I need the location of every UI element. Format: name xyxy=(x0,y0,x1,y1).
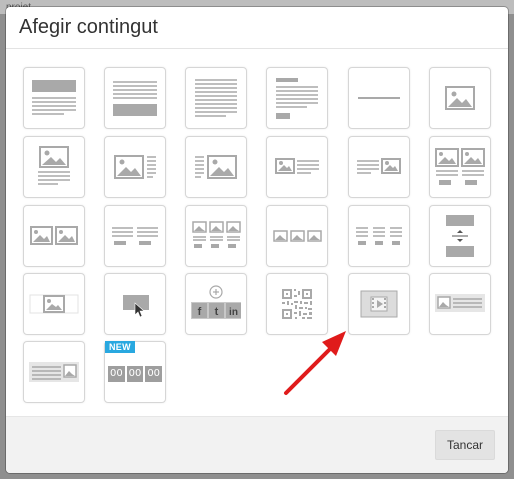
block-image-text[interactable] xyxy=(23,136,85,198)
add-content-dialog: Afegir contingut f t in NEW 00 00 00 Tan… xyxy=(6,7,508,473)
close-button[interactable]: Tancar xyxy=(435,430,495,460)
block-spacer[interactable] xyxy=(429,205,491,267)
dialog-title: Afegir contingut xyxy=(19,16,158,38)
two-images-icon xyxy=(30,226,78,245)
image-icon xyxy=(445,86,475,110)
block-click-image[interactable] xyxy=(104,273,166,335)
block-full-text[interactable] xyxy=(185,67,247,129)
text-image-inline-icon xyxy=(29,362,79,382)
three-text-columns-icon xyxy=(356,227,402,245)
content-blocks-grid: f t in NEW 00 00 00 xyxy=(6,49,508,416)
block-image-small-text[interactable] xyxy=(266,136,328,198)
block-text-image-small[interactable] xyxy=(348,136,410,198)
block-qr-code[interactable] xyxy=(266,273,328,335)
image-banner-icon xyxy=(29,294,79,314)
block-three-images[interactable] xyxy=(266,205,328,267)
full-text-icon xyxy=(195,79,237,117)
three-image-columns-icon xyxy=(192,221,241,248)
image-small-text-icon xyxy=(275,158,319,174)
block-three-text-columns[interactable] xyxy=(348,205,410,267)
spacer-icon xyxy=(446,215,474,257)
title-text-button-icon xyxy=(276,78,318,119)
block-image-banner[interactable] xyxy=(23,273,85,335)
image-text-icon xyxy=(38,146,70,185)
two-text-columns-icon xyxy=(112,227,158,245)
divider-icon xyxy=(358,97,400,99)
linkedin-icon: in xyxy=(229,307,238,318)
title-text-icon xyxy=(32,80,76,115)
block-title-text[interactable] xyxy=(23,67,85,129)
block-countdown[interactable]: NEW 00 00 00 xyxy=(104,341,166,403)
block-divider[interactable] xyxy=(348,67,410,129)
countdown-timer: 00 00 00 xyxy=(108,366,163,382)
block-video[interactable] xyxy=(348,273,410,335)
block-text-image-right[interactable] xyxy=(185,136,247,198)
three-images-icon xyxy=(273,230,322,242)
click-image-icon xyxy=(123,295,149,318)
qr-code-icon xyxy=(282,289,312,319)
social-share-icon: f t in xyxy=(191,285,241,319)
block-image[interactable] xyxy=(429,67,491,129)
countdown-hours: 00 xyxy=(108,366,125,382)
block-image-text-right[interactable] xyxy=(104,136,166,198)
image-text-right-icon xyxy=(114,155,156,179)
block-two-images-text[interactable] xyxy=(429,136,491,198)
block-two-images[interactable] xyxy=(23,205,85,267)
video-icon xyxy=(360,290,398,318)
block-text-title[interactable] xyxy=(104,67,166,129)
block-title-text-button[interactable] xyxy=(266,67,328,129)
image-text-inline-icon xyxy=(435,294,485,312)
facebook-icon: f xyxy=(198,306,202,318)
dialog-footer: Tancar xyxy=(6,416,508,473)
block-three-image-columns[interactable] xyxy=(185,205,247,267)
twitter-icon: t xyxy=(215,306,219,318)
block-image-text-inline[interactable] xyxy=(429,273,491,335)
new-badge: NEW xyxy=(105,341,135,353)
block-two-text-columns[interactable] xyxy=(104,205,166,267)
two-images-text-icon xyxy=(435,148,485,185)
text-image-right-icon xyxy=(195,155,237,179)
block-social-share[interactable]: f t in xyxy=(185,273,247,335)
text-title-icon xyxy=(113,81,157,116)
countdown-seconds: 00 xyxy=(145,366,163,382)
dialog-header: Afegir contingut xyxy=(6,7,508,49)
block-text-image-inline[interactable] xyxy=(23,341,85,403)
countdown-minutes: 00 xyxy=(126,366,144,382)
text-image-small-icon xyxy=(357,158,401,174)
